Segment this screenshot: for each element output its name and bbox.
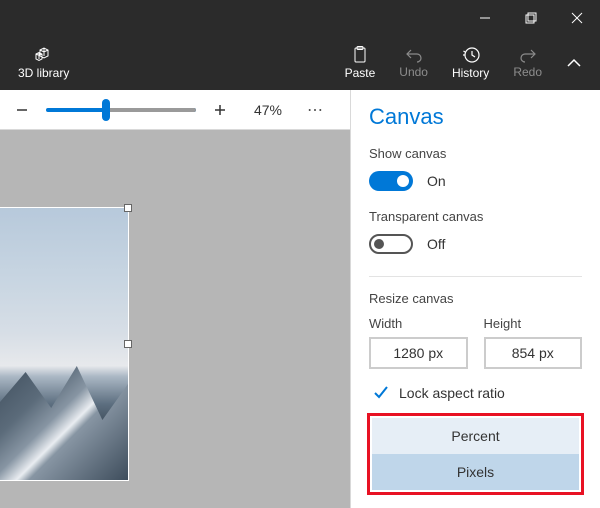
lock-aspect-label: Lock aspect ratio	[399, 385, 505, 401]
show-canvas-label: Show canvas	[369, 146, 582, 161]
zoom-out-button[interactable]	[8, 96, 36, 124]
paste-button[interactable]: Paste	[333, 36, 388, 90]
height-label: Height	[484, 316, 583, 331]
canvas-panel: Canvas Show canvas On Transparent canvas…	[350, 90, 600, 508]
show-canvas-state: On	[427, 173, 446, 189]
resize-canvas-label: Resize canvas	[369, 291, 582, 306]
width-label: Width	[369, 316, 468, 331]
redo-button[interactable]: Redo	[501, 36, 554, 90]
canvas-stage[interactable]	[0, 130, 350, 508]
ribbon: 3D library Paste Undo History Redo	[0, 36, 600, 90]
close-button[interactable]	[554, 0, 600, 36]
maximize-button[interactable]	[508, 0, 554, 36]
unit-dropdown: Percent Pixels	[367, 413, 584, 495]
3d-library-button[interactable]: 3D library	[6, 46, 81, 80]
minimize-button[interactable]	[462, 0, 508, 36]
chevron-up-icon	[566, 58, 582, 68]
history-button[interactable]: History	[440, 36, 501, 90]
unit-option-pixels[interactable]: Pixels	[372, 454, 579, 490]
canvas-image[interactable]	[0, 208, 128, 480]
resize-handle[interactable]	[124, 204, 132, 212]
panel-title: Canvas	[369, 104, 582, 130]
zoom-slider-thumb[interactable]	[102, 99, 110, 121]
undo-icon	[405, 47, 423, 63]
3d-library-label: 3D library	[18, 66, 69, 80]
undo-label: Undo	[399, 65, 428, 79]
clipboard-icon	[352, 46, 368, 64]
show-canvas-toggle[interactable]	[369, 171, 413, 191]
zoom-in-button[interactable]	[206, 96, 234, 124]
window-titlebar	[0, 0, 600, 36]
lock-aspect-ratio-checkbox[interactable]: Lock aspect ratio	[369, 379, 582, 413]
unit-option-percent[interactable]: Percent	[372, 418, 579, 454]
height-input[interactable]: 854 px	[484, 337, 583, 369]
redo-icon	[519, 47, 537, 63]
zoom-slider[interactable]	[46, 108, 196, 112]
width-input[interactable]: 1280 px	[369, 337, 468, 369]
transparent-canvas-state: Off	[427, 236, 445, 252]
undo-button[interactable]: Undo	[387, 36, 440, 90]
checkmark-icon	[373, 385, 389, 401]
history-label: History	[452, 66, 489, 80]
redo-label: Redo	[513, 65, 542, 79]
more-button[interactable]: ⋯	[302, 100, 330, 120]
zoom-value[interactable]: 47%	[244, 102, 292, 118]
collapse-ribbon-button[interactable]	[554, 58, 594, 68]
transparent-canvas-label: Transparent canvas	[369, 209, 582, 224]
zoom-toolbar: 47% ⋯	[0, 90, 350, 130]
transparent-canvas-toggle[interactable]	[369, 234, 413, 254]
history-icon	[462, 46, 480, 64]
paste-label: Paste	[345, 66, 376, 80]
cube-icon	[34, 46, 54, 64]
resize-handle[interactable]	[124, 340, 132, 348]
